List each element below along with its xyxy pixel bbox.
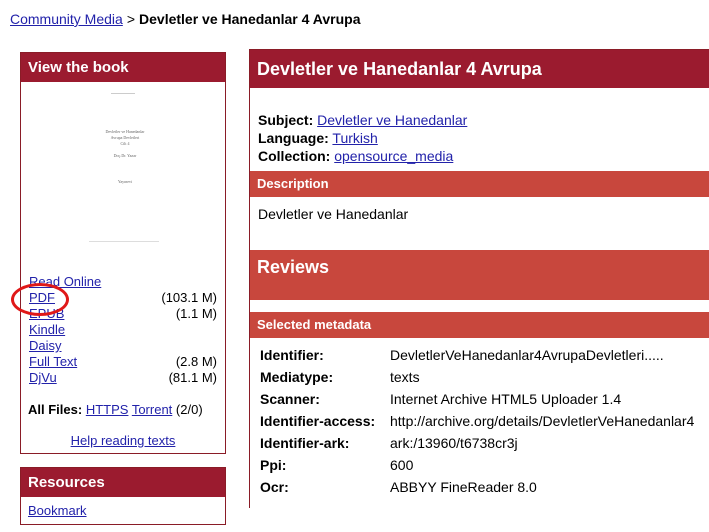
resources-header: Resources: [21, 468, 225, 497]
language-link[interactable]: Turkish: [332, 130, 377, 146]
metadata-row: Identifier-access: http://archive.org/det…: [260, 410, 694, 432]
resources-list: Bookmark: [28, 503, 87, 518]
subject-link[interactable]: Devletler ve Hanedanlar: [317, 112, 467, 128]
download-row-kindle: Kindle: [29, 322, 217, 338]
thumbnail-footer-mark: [89, 241, 159, 242]
main-panel: Devletler ve Hanedanlar 4 Avrupa Subject…: [249, 49, 709, 508]
metadata-value: Internet Archive HTML5 Uploader 1.4: [390, 391, 622, 407]
download-size: (81.1 M): [168, 370, 217, 385]
download-row-djvu: DjVu (81.1 M): [29, 370, 217, 386]
metadata-value: http://archive.org/details/DevletlerVeHa…: [390, 413, 695, 429]
metadata-value: 600: [390, 457, 414, 473]
collection-link[interactable]: opensource_media: [334, 148, 453, 164]
help-row: Help reading texts: [21, 433, 225, 448]
breadcrumb: Community Media > Devletler ve Hanedanlar …: [10, 11, 361, 27]
metadata-row: Identifier: DevletlerVeHanedanlar4AvrupaD…: [260, 344, 694, 366]
metadata-key: Identifier-access:: [260, 413, 376, 429]
download-size: (103.1 M): [161, 290, 217, 305]
download-size: (1.1 M): [175, 306, 217, 321]
metadata-row: Mediatype: texts: [260, 366, 694, 388]
reviews-header: Reviews: [250, 250, 709, 300]
thumbnail-header-mark: [111, 93, 135, 94]
torrent-link[interactable]: Torrent: [132, 402, 172, 417]
view-book-panel: View the book Devletler ve Hanedanlar Av…: [11, 52, 226, 454]
djvu-link[interactable]: DjVu: [29, 370, 57, 386]
metadata-key: Identifier-ark:: [260, 435, 350, 451]
metadata-value: DevletlerVeHanedanlar4AvrupaDevletleri..…: [390, 347, 664, 363]
help-reading-texts-link[interactable]: Help reading texts: [71, 433, 176, 448]
all-files-label: All Files:: [28, 402, 83, 417]
metadata-key: Identifier:: [260, 347, 324, 363]
daisy-link[interactable]: Daisy: [29, 338, 62, 354]
download-row-daisy: Daisy: [29, 338, 217, 354]
description-text: Devletler ve Hanedanlar: [258, 206, 409, 222]
breadcrumb-community-media-link[interactable]: Community Media: [10, 11, 123, 27]
thumbnail-line: Yayınevi: [117, 179, 133, 184]
subject-label: Subject:: [258, 112, 314, 128]
metadata-key: Scanner:: [260, 391, 320, 407]
page-title: Devletler ve Hanedanlar 4 Avrupa: [250, 50, 709, 88]
all-files-row: All Files: HTTPS Torrent (2/0): [28, 402, 203, 417]
bookmark-link[interactable]: Bookmark: [28, 503, 87, 518]
collection-row: Collection: opensource_media: [258, 147, 453, 165]
metadata-row: Ocr: ABBYY FineReader 8.0: [260, 476, 694, 498]
full-text-link[interactable]: Full Text: [29, 354, 77, 370]
language-row: Language: Turkish: [258, 129, 378, 147]
metadata-key: Ocr:: [260, 479, 289, 495]
download-size: (2.8 M): [175, 354, 217, 369]
download-row-full-text: Full Text (2.8 M): [29, 354, 217, 370]
metadata-value: texts: [390, 369, 420, 385]
kindle-link[interactable]: Kindle: [29, 322, 65, 338]
metadata-row: Ppi: 600: [260, 454, 694, 476]
metadata-row: Scanner: Internet Archive HTML5 Uploader …: [260, 388, 694, 410]
metadata-row: Identifier-ark: ark:/13960/t6738cr3j: [260, 432, 694, 454]
https-link[interactable]: HTTPS: [86, 402, 129, 417]
metadata-value: ark:/13960/t6738cr3j: [390, 435, 518, 451]
thumbnail-line: Doç.Dr. Yazar: [113, 153, 137, 158]
resources-panel: Resources Bookmark: [20, 467, 226, 525]
collection-label: Collection:: [258, 148, 331, 164]
description-header: Description: [250, 171, 709, 197]
metadata-header: Selected metadata: [250, 312, 709, 338]
metadata-key: Ppi:: [260, 457, 287, 473]
metadata-value: ABBYY FineReader 8.0: [390, 479, 537, 495]
language-label: Language:: [258, 130, 329, 146]
metadata-key: Mediatype:: [260, 369, 334, 385]
torrent-count: (2/0): [175, 402, 203, 417]
metadata-table: Identifier: DevletlerVeHanedanlar4AvrupaD…: [260, 344, 694, 498]
pdf-highlight-circle: [11, 283, 69, 316]
subject-row: Subject: Devletler ve Hanedanlar: [258, 111, 467, 129]
view-book-header: View the book: [21, 53, 225, 82]
breadcrumb-separator: >: [126, 11, 136, 27]
breadcrumb-current: Devletler ve Hanedanlar 4 Avrupa: [139, 11, 361, 27]
thumbnail-line: Cilt 4: [120, 141, 130, 146]
